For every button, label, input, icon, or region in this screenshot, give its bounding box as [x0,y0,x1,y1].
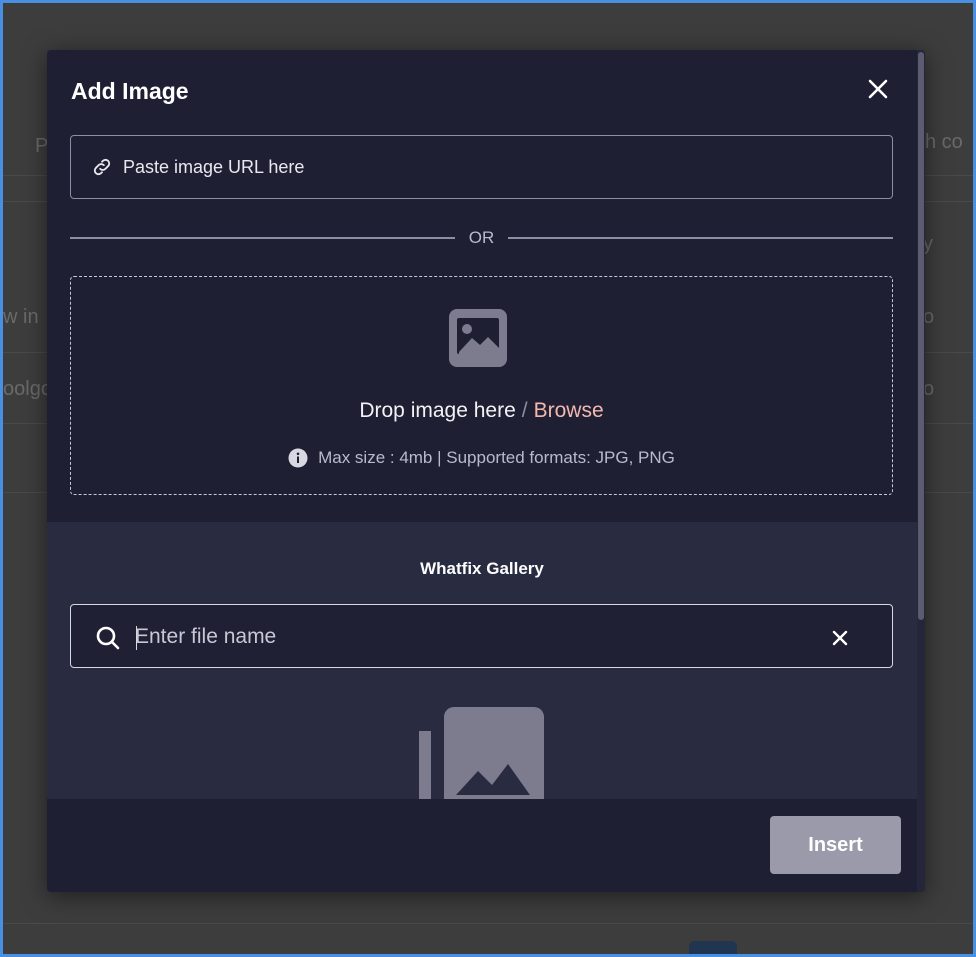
divider-line [508,237,893,239]
close-button[interactable] [863,74,893,104]
dialog-scrollbar[interactable] [917,50,925,892]
image-icon [449,309,507,367]
gallery-section: Whatfix Gallery [47,522,917,802]
clear-icon[interactable] [829,627,851,649]
drop-instructions: Drop image here / Browse [71,399,892,423]
hint-text: Max size : 4mb | Supported formats: JPG,… [318,448,675,467]
drop-text: Drop image here [359,399,516,422]
close-icon [868,79,888,99]
empty-gallery-icon [419,707,544,802]
gallery-search[interactable] [70,604,893,668]
bg-divider [3,923,973,924]
scroll-thumb[interactable] [918,52,924,620]
dialog-footer: Insert [47,799,917,892]
info-icon [288,448,308,468]
dialog-title: Add Image [71,78,189,104]
add-image-dialog: Add Image Paste image URL here OR Drop i… [47,50,925,892]
search-icon [96,626,120,650]
divider-line [70,237,455,239]
image-url-input[interactable]: Paste image URL here [70,135,893,199]
link-icon [91,156,113,178]
insert-button[interactable]: Insert [770,816,901,874]
or-divider: OR [70,226,893,250]
or-label: OR [468,228,495,247]
window-frame: P ch co y w in o oolgo o Add Image Paste… [0,0,976,957]
bg-text: w in [3,306,39,328]
url-placeholder: Paste image URL here [123,156,305,177]
drop-separator: / [521,399,528,422]
bg-chip [689,941,737,954]
bg-text: oolgo [3,378,52,400]
upload-hint: Max size : 4mb | Supported formats: JPG,… [71,448,892,468]
gallery-search-input[interactable] [135,619,815,655]
text-caret [136,626,137,650]
browse-link[interactable]: Browse [534,399,604,422]
gallery-title: Whatfix Gallery [420,559,544,578]
image-drop-zone[interactable]: Drop image here / Browse Max size : 4mb | … [70,276,893,495]
